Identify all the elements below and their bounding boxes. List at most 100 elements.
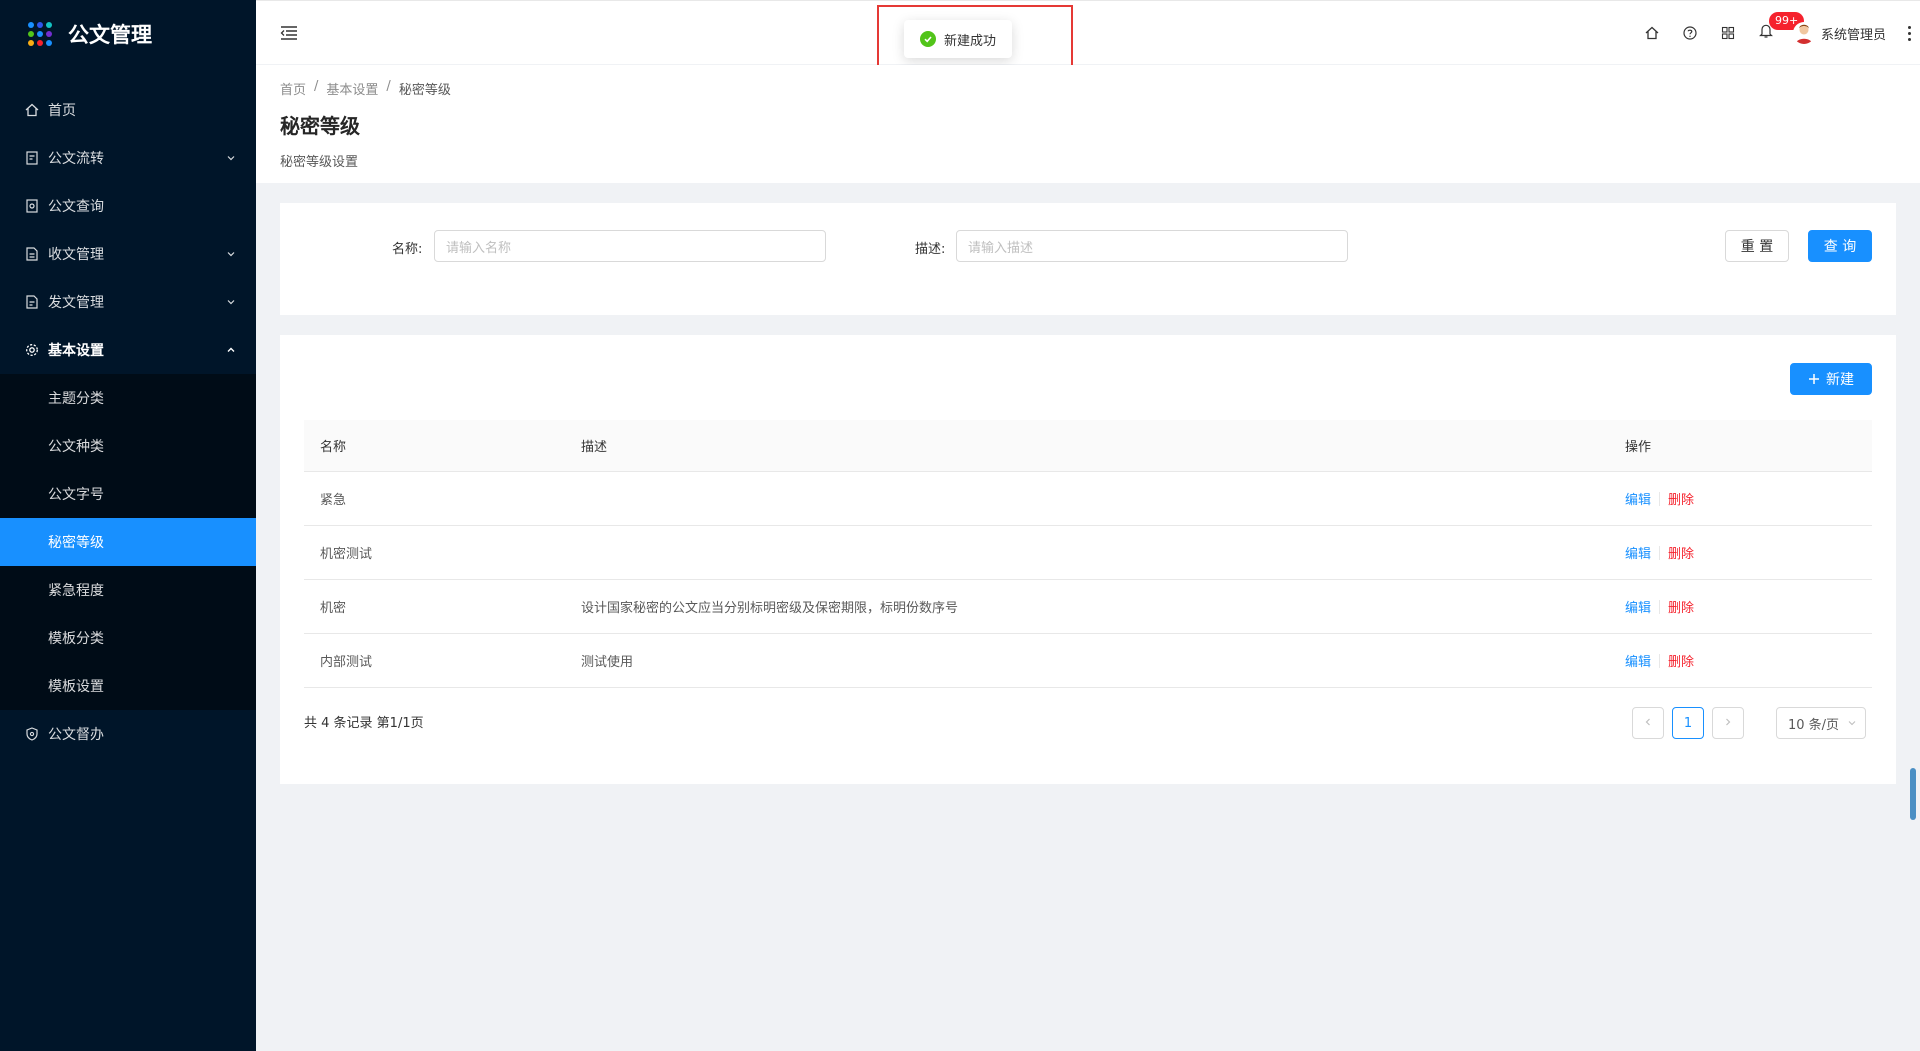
sidebar-item-label: 主题分类: [48, 391, 104, 407]
new-button[interactable]: 新建: [1790, 363, 1872, 395]
table-card: 新建 名称 描述 操作 紧急 编辑 删除 机密测试 编辑 删除 机密 设计国家秘…: [280, 335, 1896, 784]
column-header-actions: 操作: [1625, 440, 1652, 455]
sidebar-item-label: 模板分类: [48, 631, 104, 647]
sidebar-item-label: 首页: [48, 103, 76, 119]
scrollbar-thumb[interactable]: [1910, 768, 1916, 820]
table-row: 紧急 编辑 删除: [304, 472, 1872, 526]
cell-actions: 编辑 删除: [1609, 597, 1872, 616]
sidebar-item-label: 收文管理: [48, 247, 104, 263]
sidebar-item-document-type[interactable]: 公文种类: [0, 422, 256, 470]
user-name: 系统管理员: [1820, 27, 1886, 43]
apps-icon[interactable]: [1709, 1, 1747, 65]
pagination-total: 共 4 条记录 第1/1页: [304, 716, 424, 731]
sidebar-item-urgency[interactable]: 紧急程度: [0, 566, 256, 614]
sidebar-item-secret-level[interactable]: 秘密等级: [0, 518, 256, 566]
breadcrumb-basic-settings[interactable]: 基本设置: [326, 79, 378, 98]
breadcrumb-home[interactable]: 首页: [280, 79, 306, 98]
help-icon[interactable]: [1671, 1, 1709, 65]
delete-link[interactable]: 删除: [1668, 489, 1694, 508]
more-vertical-icon[interactable]: [1902, 25, 1916, 41]
home-icon: [24, 102, 40, 118]
action-divider: [1659, 545, 1661, 560]
cell-name: 机密测试: [320, 547, 373, 562]
delete-link[interactable]: 删除: [1668, 651, 1694, 670]
cell-actions: 编辑 删除: [1609, 489, 1872, 508]
delete-link[interactable]: 删除: [1668, 543, 1694, 562]
shield-icon: [24, 726, 40, 742]
logo[interactable]: 公文管理: [0, 0, 256, 68]
top-header: 99+ 系统管理员: [256, 0, 1920, 64]
page-description: 秘密等级设置: [280, 155, 359, 170]
page-size-value: 10 条/页: [1788, 717, 1840, 733]
document-search-icon: [24, 198, 40, 214]
menu-collapse-icon[interactable]: [280, 25, 298, 41]
sidebar-item-label: 公文种类: [48, 439, 104, 455]
sidebar-item-template-category[interactable]: 模板分类: [0, 614, 256, 662]
sidebar-item-document-number[interactable]: 公文字号: [0, 470, 256, 518]
sidebar-item-basic-settings[interactable]: 基本设置: [0, 326, 256, 374]
sidebar-item-outgoing[interactable]: 发文管理: [0, 278, 256, 326]
description-field-label: 描述:: [915, 242, 946, 257]
edit-link[interactable]: 编辑: [1625, 543, 1651, 562]
name-search-input[interactable]: 请输入名称: [434, 230, 826, 262]
delete-link[interactable]: 删除: [1668, 597, 1694, 616]
sidebar-item-supervision[interactable]: 公文督办: [0, 710, 256, 758]
sidebar-item-topic-category[interactable]: 主题分类: [0, 374, 256, 422]
header-actions: 99+ 系统管理员: [1633, 1, 1920, 65]
cell-description: 设计国家秘密的公文应当分别标明密级及保密期限，标明份数序号: [581, 601, 959, 616]
outbox-document-icon: [24, 294, 40, 310]
sidebar-item-document-flow[interactable]: 公文流转: [0, 134, 256, 182]
sidebar-item-label: 公文查询: [48, 199, 104, 215]
basic-settings-submenu: 主题分类 公文种类 公文字号 秘密等级 紧急程度 模板分类 模板设置: [0, 374, 256, 710]
cell-description: 测试使用: [581, 655, 634, 670]
cell-name: 紧急: [320, 493, 347, 508]
sidebar-item-home[interactable]: 首页: [0, 86, 256, 134]
action-divider: [1659, 491, 1661, 506]
edit-link[interactable]: 编辑: [1625, 597, 1651, 616]
pagination: 1 10 条/页: [1632, 707, 1866, 739]
sidebar-item-label: 基本设置: [48, 343, 104, 359]
user-menu[interactable]: 系统管理员: [1792, 22, 1886, 44]
chevron-down-icon: [1847, 718, 1857, 728]
sidebar: 公文管理 首页 公文流转 公文查询 收文管理 发文管理 基本设置 主题分类 公文…: [0, 0, 256, 1051]
sidebar-item-template-settings[interactable]: 模板设置: [0, 662, 256, 710]
sidebar-menu: 首页 公文流转 公文查询 收文管理 发文管理 基本设置 主题分类 公文种类 公文…: [0, 86, 256, 758]
page-size-select[interactable]: 10 条/页: [1776, 707, 1866, 739]
name-input-placeholder: 请输入名称: [446, 240, 512, 256]
cell-actions: 编辑 删除: [1609, 543, 1872, 562]
new-button-label: 新建: [1826, 372, 1854, 388]
sidebar-item-label: 秘密等级: [48, 535, 104, 551]
prev-page-button[interactable]: [1632, 707, 1664, 739]
home-icon[interactable]: [1633, 1, 1671, 65]
page-number-button[interactable]: 1: [1672, 707, 1704, 739]
edit-link[interactable]: 编辑: [1625, 489, 1651, 508]
description-search-input[interactable]: 请输入描述: [956, 230, 1348, 262]
column-header-description: 描述: [581, 440, 608, 455]
breadcrumb: 首页 / 基本设置 / 秘密等级: [280, 79, 1920, 98]
table-row: 机密 设计国家秘密的公文应当分别标明密级及保密期限，标明份数序号 编辑 删除: [304, 580, 1872, 634]
page-header: 首页 / 基本设置 / 秘密等级 秘密等级 秘密等级设置: [256, 65, 1920, 183]
edit-link[interactable]: 编辑: [1625, 651, 1651, 670]
column-header-name: 名称: [320, 440, 347, 455]
next-page-button[interactable]: [1712, 707, 1744, 739]
chevron-down-icon: [226, 151, 236, 167]
chevron-right-icon: [1723, 716, 1733, 731]
reset-button[interactable]: 重 置: [1725, 230, 1789, 262]
page-title: 秘密等级: [280, 114, 360, 138]
table-row: 内部测试 测试使用 编辑 删除: [304, 634, 1872, 688]
sidebar-item-incoming[interactable]: 收文管理: [0, 230, 256, 278]
chevron-down-icon: [226, 247, 236, 263]
query-button[interactable]: 查 询: [1808, 230, 1872, 262]
apps-grid-icon: [28, 22, 52, 46]
chevron-left-icon: [1643, 716, 1653, 731]
sidebar-item-document-search[interactable]: 公文查询: [0, 182, 256, 230]
document-flow-icon: [24, 150, 40, 166]
check-circle-icon: [920, 31, 936, 47]
sidebar-item-label: 公文督办: [48, 727, 104, 743]
cell-name: 内部测试: [320, 655, 373, 670]
sidebar-item-label: 公文字号: [48, 487, 104, 503]
table-header: 名称 描述 操作: [304, 420, 1872, 472]
notification-bell[interactable]: 99+: [1747, 1, 1805, 65]
secret-level-table: 名称 描述 操作 紧急 编辑 删除 机密测试 编辑 删除 机密 设计国家秘密的公…: [304, 420, 1872, 688]
search-form-card: 名称: 请输入名称 描述: 请输入描述 重 置 查 询: [280, 203, 1896, 315]
